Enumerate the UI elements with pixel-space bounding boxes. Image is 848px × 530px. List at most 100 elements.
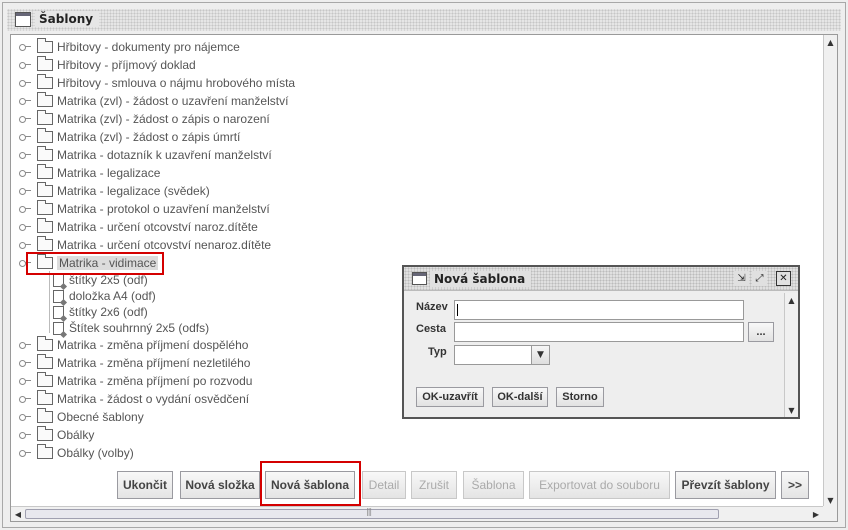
- highlight-box: [26, 252, 164, 275]
- scroll-up-icon[interactable]: ▲: [824, 35, 837, 49]
- file-icon: [53, 273, 64, 287]
- dialog-vertical-scrollbar[interactable]: ▲ ▼: [784, 293, 798, 417]
- dialog-titlebar[interactable]: Nová šablona ⇲ ⤢ ✕: [404, 267, 798, 291]
- scroll-left-icon[interactable]: ◀: [11, 507, 25, 521]
- expand-handle-icon[interactable]: [19, 358, 31, 368]
- typ-label: Typ: [428, 346, 447, 358]
- expand-handle-icon[interactable]: [19, 376, 31, 386]
- browse-button[interactable]: ...: [748, 322, 774, 342]
- scroll-right-icon[interactable]: ▶: [809, 507, 823, 521]
- nova-slozka-button[interactable]: Nová složka: [180, 471, 260, 499]
- cesta-field[interactable]: [454, 322, 744, 342]
- expand-handle-icon[interactable]: [19, 430, 31, 440]
- button-bar: Ukončit Nová složka Nová šablona Detail …: [11, 461, 823, 507]
- scroll-down-icon[interactable]: ▼: [824, 493, 837, 507]
- tree-item[interactable]: Matrika - změna příjmení dospělého: [19, 336, 248, 354]
- exportovat-button[interactable]: Exportovat do souboru: [529, 471, 670, 499]
- folder-icon: [37, 426, 53, 441]
- more-button[interactable]: >>: [781, 471, 809, 499]
- cesta-label: Cesta: [416, 323, 446, 335]
- sablona-button[interactable]: Šablona: [463, 471, 524, 499]
- tree-item[interactable]: Matrika - legalizace (svědek): [19, 182, 210, 200]
- horizontal-scroll-thumb[interactable]: [25, 507, 719, 519]
- ok-dalsi-button[interactable]: OK-další: [492, 387, 548, 407]
- folder-icon: [37, 146, 53, 161]
- tree-item[interactable]: Hřbitovy - smlouva o nájmu hrobového mís…: [19, 74, 295, 92]
- file-icon: [53, 321, 64, 335]
- ok-zavrit-button[interactable]: OK-uzavřít: [416, 387, 484, 407]
- tree-item[interactable]: Matrika (zvl) - žádost o zápis úmrtí: [19, 128, 240, 146]
- folder-icon: [37, 128, 53, 143]
- folder-icon: [37, 390, 53, 405]
- tree-item[interactable]: Hřbitovy - dokumenty pro nájemce: [19, 38, 240, 56]
- tree-item[interactable]: Hřbitovy - příjmový doklad: [19, 56, 196, 74]
- folder-icon: [37, 182, 53, 197]
- minimize-icon[interactable]: ⇲: [734, 271, 749, 286]
- expand-handle-icon[interactable]: [19, 168, 31, 178]
- folder-icon: [37, 372, 53, 387]
- tree-item[interactable]: Matrika - legalizace: [19, 164, 160, 182]
- file-icon: [53, 305, 64, 319]
- tree-item[interactable]: Matrika - protokol o uzavření manželství: [19, 200, 270, 218]
- expand-handle-icon[interactable]: [19, 204, 31, 214]
- tree-item[interactable]: Matrika - určení otcovství naroz.dítěte: [19, 218, 258, 236]
- ukoncit-button[interactable]: Ukončit: [117, 471, 173, 499]
- detail-button[interactable]: Detail: [362, 471, 406, 499]
- maximize-icon[interactable]: ⤢: [752, 271, 767, 286]
- expand-handle-icon[interactable]: [19, 412, 31, 422]
- scroll-up-icon[interactable]: ▲: [785, 293, 798, 307]
- expand-handle-icon[interactable]: [19, 240, 31, 250]
- folder-icon: [37, 444, 53, 459]
- dialog-body: Název Cesta ... Typ ▼ OK-uzavřít OK-dalš…: [406, 293, 782, 415]
- tree-item[interactable]: Matrika - změna příjmení nezletilého: [19, 354, 250, 372]
- folder-icon: [37, 236, 53, 251]
- window-titlebar[interactable]: Šablony: [7, 9, 841, 31]
- highlight-box: [260, 461, 361, 506]
- tree-child-item[interactable]: Štítek souhrnný 2x5 (odfs): [53, 319, 209, 337]
- tree-item[interactable]: Obálky: [19, 426, 94, 444]
- expand-handle-icon[interactable]: [19, 132, 31, 142]
- expand-handle-icon[interactable]: [19, 394, 31, 404]
- folder-icon: [37, 336, 53, 351]
- folder-icon: [37, 218, 53, 233]
- tree-item[interactable]: Matrika (zvl) - žádost o zápis o narozen…: [19, 110, 270, 128]
- folder-icon: [37, 110, 53, 125]
- window-icon: [15, 12, 31, 27]
- dialog-title: Nová šablona: [430, 271, 532, 287]
- expand-handle-icon[interactable]: [19, 448, 31, 458]
- window-title: Šablony: [35, 11, 100, 27]
- expand-handle-icon[interactable]: [19, 114, 31, 124]
- nazev-label: Název: [416, 301, 448, 313]
- zrusit-button[interactable]: Zrušit: [411, 471, 457, 499]
- expand-handle-icon[interactable]: [19, 42, 31, 52]
- expand-handle-icon[interactable]: [19, 78, 31, 88]
- tree-item[interactable]: Obecné šablony: [19, 408, 144, 426]
- close-icon[interactable]: ✕: [776, 271, 791, 286]
- vertical-scrollbar[interactable]: ▲ ▼: [823, 35, 837, 507]
- chevron-down-icon[interactable]: ▼: [531, 346, 549, 364]
- dialog-window-icon: [412, 272, 427, 285]
- tree-connector: [49, 271, 50, 333]
- expand-handle-icon[interactable]: [19, 96, 31, 106]
- folder-icon: [37, 408, 53, 423]
- expand-handle-icon[interactable]: [19, 222, 31, 232]
- expand-handle-icon[interactable]: [19, 340, 31, 350]
- tree-item[interactable]: Obálky (volby): [19, 444, 134, 462]
- scroll-down-icon[interactable]: ▼: [785, 403, 798, 417]
- folder-icon: [37, 354, 53, 369]
- prevzit-sablony-button[interactable]: Převzít šablony: [675, 471, 776, 499]
- tree-item[interactable]: Matrika - žádost o vydání osvědčení: [19, 390, 249, 408]
- expand-handle-icon[interactable]: [19, 186, 31, 196]
- nazev-field[interactable]: [454, 300, 744, 320]
- tree-item[interactable]: Matrika (zvl) - žádost o uzavření manžel…: [19, 92, 288, 110]
- folder-icon: [37, 200, 53, 215]
- typ-select[interactable]: ▼: [454, 345, 550, 365]
- expand-handle-icon[interactable]: [19, 150, 31, 160]
- tree-item[interactable]: Matrika - změna příjmení po rozvodu: [19, 372, 252, 390]
- folder-icon: [37, 92, 53, 107]
- horizontal-scrollbar[interactable]: ◀ ▶: [11, 506, 825, 521]
- tree-item[interactable]: Matrika - dotazník k uzavření manželství: [19, 146, 272, 164]
- storno-button[interactable]: Storno: [556, 387, 604, 407]
- expand-handle-icon[interactable]: [19, 60, 31, 70]
- folder-icon: [37, 38, 53, 53]
